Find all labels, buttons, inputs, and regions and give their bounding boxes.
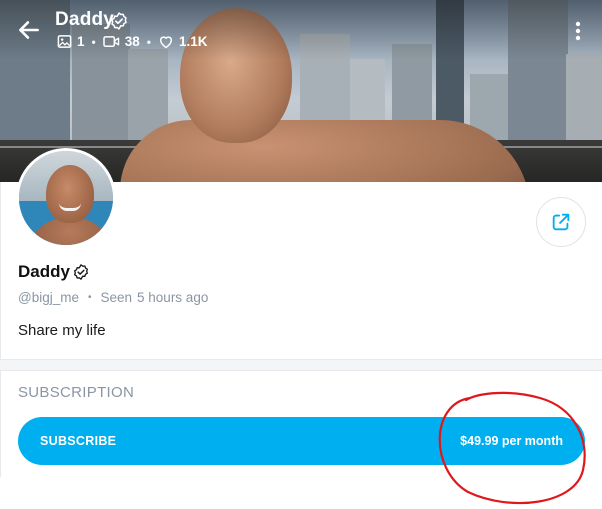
content-border bbox=[0, 182, 1, 477]
share-button[interactable] bbox=[536, 197, 586, 247]
stat-separator: • bbox=[146, 34, 151, 49]
profile-name-row: Daddy bbox=[18, 262, 90, 282]
avatar[interactable] bbox=[16, 148, 116, 248]
header-stats: 1 • 38 • 1.1K bbox=[57, 34, 207, 49]
back-arrow-icon bbox=[19, 21, 39, 39]
back-button[interactable] bbox=[16, 17, 42, 43]
meta-separator: • bbox=[87, 292, 92, 303]
subscription-heading: SUBSCRIPTION bbox=[18, 384, 135, 401]
profile-bio: Share my life bbox=[18, 322, 106, 339]
stat-likes-count: 1.1K bbox=[178, 34, 208, 49]
profile-username: @bigj_me bbox=[18, 290, 79, 305]
more-options-button[interactable] bbox=[570, 19, 586, 43]
verified-badge-icon bbox=[111, 12, 127, 30]
section-divider bbox=[0, 359, 602, 371]
header-bar: Daddy 1 • 38 • 1.1K bbox=[0, 0, 602, 60]
heart-icon bbox=[159, 36, 173, 49]
more-vertical-icon bbox=[575, 21, 581, 41]
video-icon bbox=[102, 36, 119, 47]
stat-videos-count: 38 bbox=[124, 34, 140, 49]
subscribe-button-label: SUBSCRIBE bbox=[40, 434, 117, 448]
profile-meta: @bigj_me • Seen 5 hours ago bbox=[18, 290, 208, 305]
header-name: Daddy bbox=[55, 9, 115, 30]
seen-label: Seen bbox=[100, 290, 133, 305]
stat-videos: 38 bbox=[102, 34, 140, 49]
stat-likes: 1.1K bbox=[158, 34, 208, 49]
image-icon bbox=[57, 35, 72, 48]
stat-photos-count: 1 bbox=[77, 34, 85, 49]
stat-separator: • bbox=[91, 34, 96, 49]
verified-badge-icon bbox=[73, 264, 88, 280]
stat-photos: 1 bbox=[57, 34, 85, 49]
profile-page: Daddy 1 • 38 • 1.1K Daddy @bigj_me • See… bbox=[0, 0, 602, 509]
subscribe-button[interactable]: SUBSCRIBE $49.99 per month bbox=[18, 417, 585, 465]
subscription-price: $49.99 per month bbox=[460, 434, 563, 448]
seen-time: 5 hours ago bbox=[137, 290, 209, 305]
profile-name: Daddy bbox=[18, 262, 70, 281]
share-icon bbox=[552, 213, 570, 231]
